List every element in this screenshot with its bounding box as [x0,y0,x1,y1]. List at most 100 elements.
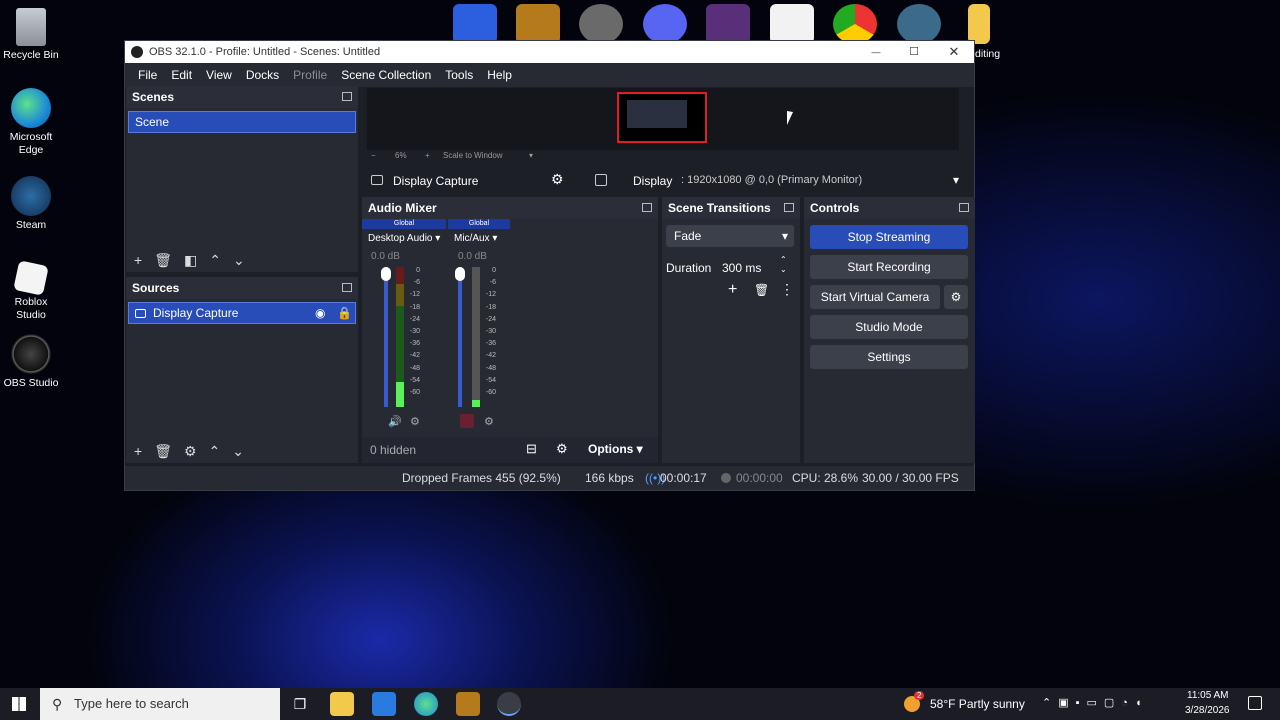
scale-mode-select[interactable]: Scale to Window [443,151,503,160]
preview-area[interactable] [367,88,959,150]
filter-icon[interactable]: ◧ [184,252,197,269]
game-shortcut-icon[interactable] [579,4,623,44]
desktop-icon-edge[interactable]: Microsoft Edge [0,88,62,157]
notification-icon[interactable] [1248,696,1262,710]
eye-icon[interactable]: ◉ [315,303,325,323]
menu-profile[interactable]: Profile [286,68,334,82]
channel-settings-icon[interactable]: ⚙ [410,415,420,428]
clock-time[interactable]: 11:05 AM [1187,690,1229,701]
start-recording-button[interactable]: Start Recording [810,255,968,279]
desktop-icon-recycle-bin[interactable]: Recycle Bin [0,8,62,62]
move-up-icon[interactable]: ⌃ [209,443,221,460]
add-icon[interactable]: + [134,252,142,268]
undock-icon[interactable] [642,203,652,212]
options-button[interactable]: Options ▾ [588,442,643,456]
scale-tick: -48 [409,364,420,372]
desktop-icon-roblox-studio[interactable]: Roblox Studio [0,258,62,322]
volume-slider[interactable] [381,267,391,407]
desktop-icon-obs-studio[interactable]: OBS Studio [0,334,62,390]
display-select[interactable]: : 1920x1080 @ 0,0 (Primary Monitor) [681,174,862,186]
start-virtual-camera-button[interactable]: Start Virtual Camera [810,285,940,309]
studio-mode-button[interactable]: Studio Mode [810,315,968,339]
duration-stepper[interactable]: ⌃ ⌄ [780,255,787,275]
scale-tick: -12 [409,291,420,299]
scale-tick: -30 [409,328,420,336]
virtual-camera-settings-button[interactable]: ⚙ [944,285,968,309]
sources-toolbar: + 🗑 ⚙ ⌃ ⌄ [126,439,244,463]
clock-date[interactable]: 3/28/2026 [1185,705,1230,716]
discord-icon[interactable] [643,4,687,44]
zoom-out-button[interactable]: − [371,151,376,160]
menu-scene-collection[interactable]: Scene Collection [334,68,438,82]
volume-slider[interactable] [455,267,465,407]
add-icon[interactable]: + [728,281,737,299]
folder-icon[interactable] [968,4,990,44]
hidden-count: 0 hidden [370,443,417,457]
minimize-button[interactable]: — [856,41,896,63]
advanced-audio-icon[interactable]: ⚙ [556,441,568,457]
menu-tools[interactable]: Tools [438,68,480,82]
task-view-icon[interactable]: ❐ [288,692,312,716]
scale-tick: -42 [409,352,420,360]
vertical-layout-icon[interactable]: ⊟ [526,441,537,457]
add-icon[interactable]: + [134,443,142,459]
undock-icon[interactable] [959,203,969,212]
obs-taskbar-icon[interactable] [497,692,521,716]
channel-settings-icon[interactable]: ⚙ [484,415,494,428]
store-icon[interactable] [372,692,396,716]
chrome-icon[interactable] [833,4,877,44]
chevron-down-icon[interactable]: ▾ [529,151,533,160]
move-down-icon[interactable]: ⌄ [232,443,244,460]
source-item[interactable]: Display Capture ◉ 🔒 [128,302,356,324]
trash-icon[interactable]: 🗑 [154,252,172,269]
trash-icon[interactable]: 🗑 [154,443,172,460]
preview-thumbnail [627,100,687,128]
menu-view[interactable]: View [199,68,239,82]
mixer-footer: 0 hidden ⊟ ⚙ Options ▾ [362,437,658,463]
gear-icon[interactable]: ⚙ [551,171,564,188]
channel-name[interactable]: Mic/Aux ▾ [454,233,497,244]
game-shortcut-icon[interactable] [516,4,560,44]
speaker-icon[interactable]: 🔊 [388,415,402,428]
app-shortcut-icon[interactable] [706,4,750,44]
filters-icon[interactable] [595,174,607,186]
app-shortcut-icon[interactable] [453,4,497,44]
menu-file[interactable]: File [131,68,164,82]
move-up-icon[interactable]: ⌃ [209,252,221,269]
tray-icons[interactable]: ⌃▣▪▭▢◔◖ [1042,696,1149,709]
channel-name[interactable]: Desktop Audio ▾ [368,233,440,244]
zoom-in-button[interactable]: + [425,151,430,160]
menu-docks[interactable]: Docks [239,68,286,82]
undock-icon[interactable] [784,203,794,212]
more-icon[interactable]: ⋮ [780,281,794,298]
maximize-button[interactable]: ☐ [894,41,934,63]
level-meter [396,267,404,407]
undock-icon[interactable] [342,283,352,292]
weather-text[interactable]: 58°F Partly sunny [930,697,1025,711]
gear-icon[interactable]: ⚙ [184,443,197,460]
preview-canvas[interactable] [617,92,707,143]
settings-button[interactable]: Settings [810,345,968,369]
undock-icon[interactable] [342,92,352,101]
trash-icon[interactable]: 🗑 [754,283,769,297]
windows-start-icon[interactable] [12,697,26,711]
menu-edit[interactable]: Edit [164,68,199,82]
lock-icon[interactable]: 🔒 [337,303,352,323]
file-explorer-icon[interactable] [330,692,354,716]
controls-header: Controls [804,197,975,219]
duration-input[interactable]: 300 ms [722,261,761,275]
game-shortcut-icon[interactable] [897,4,941,44]
transition-select[interactable]: Fade ▾ [666,225,794,247]
stop-streaming-button[interactable]: Stop Streaming [810,225,968,249]
desktop-icon-steam[interactable]: Steam [0,176,62,232]
move-down-icon[interactable]: ⌄ [233,252,245,269]
chevron-down-icon[interactable]: ▾ [953,173,959,187]
close-button[interactable]: ✕ [934,41,974,63]
game-icon[interactable] [456,692,480,716]
muted-icon[interactable] [460,414,474,428]
capcut-icon[interactable] [770,4,814,44]
menu-help[interactable]: Help [480,68,519,82]
taskbar-search-input[interactable]: ⚲ Type here to search [40,688,280,720]
edge-icon[interactable] [414,692,438,716]
scene-item[interactable]: Scene [128,111,356,133]
